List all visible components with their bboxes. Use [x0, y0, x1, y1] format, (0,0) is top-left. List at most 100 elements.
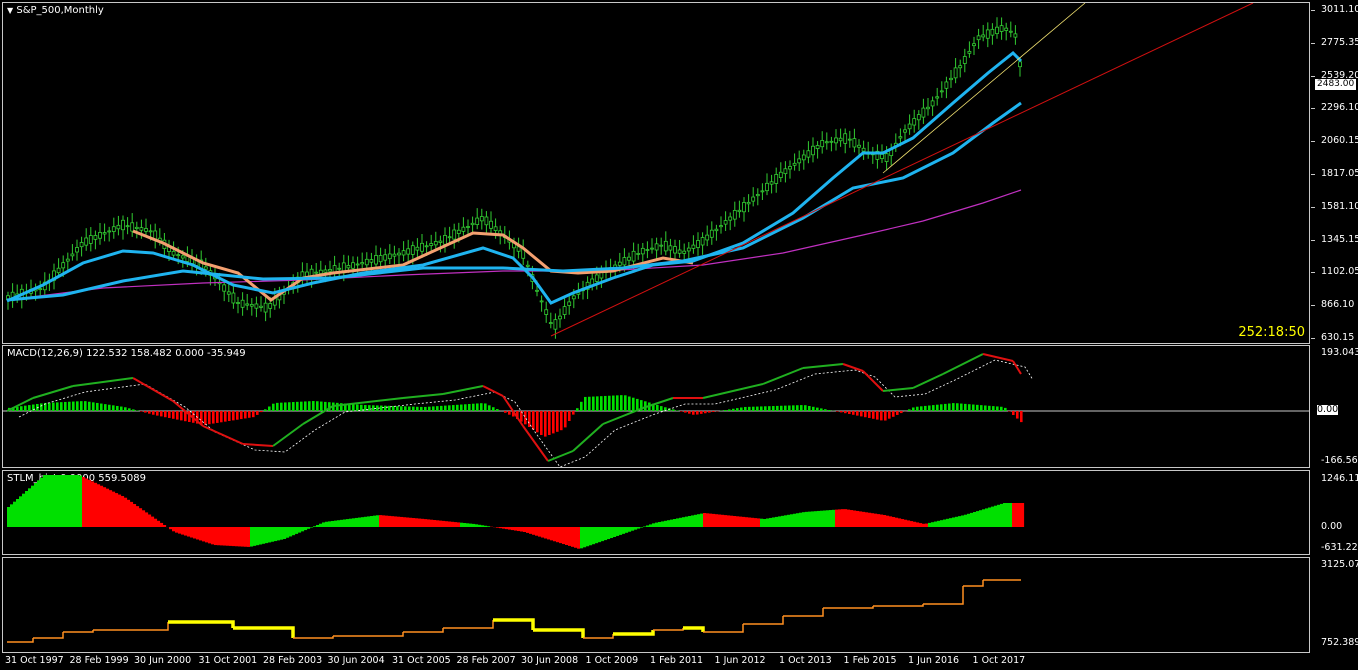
stlm-bar — [784, 515, 788, 527]
price-axis[interactable]: 3011.10 2775.35 2539.20 2296.10 2060.15 1817.… — [1311, 2, 1358, 344]
stlm-bar — [301, 527, 305, 532]
stlm-bar — [736, 516, 740, 527]
stlm-bar — [484, 525, 488, 527]
macd-histogram-bar — [128, 408, 131, 411]
stlm-bar — [586, 527, 590, 547]
macd-histogram-bar — [708, 411, 711, 413]
stlm-bar — [670, 519, 674, 527]
stlm-bar — [457, 522, 461, 527]
macd-histogram-bar — [564, 411, 567, 428]
main-chart-pane[interactable]: ▼ S&P_500,Monthly 252:18:50 — [2, 2, 1310, 344]
stlm-bar — [925, 523, 929, 527]
macd-histogram-bar — [616, 395, 619, 411]
stlm-bar — [307, 527, 311, 529]
macd-histogram-bar — [284, 402, 287, 411]
stlm-bar — [232, 527, 236, 547]
price-axis-label: 1817.05 — [1321, 168, 1358, 179]
candle-body — [130, 222, 135, 232]
candle-body — [392, 253, 397, 257]
lower-line-segment — [403, 628, 444, 633]
macd-histogram-bar — [864, 411, 867, 418]
candle-body — [962, 56, 967, 64]
macd-histogram-bar — [580, 401, 583, 411]
candle-body — [203, 266, 208, 270]
macd-histogram-bar — [64, 401, 67, 411]
macd-histogram-bar — [452, 405, 455, 411]
macd-histogram-bar — [100, 403, 103, 411]
candle-body — [314, 271, 319, 274]
stlm-bar — [652, 523, 656, 527]
stlm-bar — [730, 515, 734, 527]
stlm-bar — [283, 527, 287, 539]
stlm-bar — [718, 514, 722, 527]
stlm-axis[interactable]: 1246.112 0.00 -631.2219 — [1311, 470, 1358, 555]
candle-body — [489, 220, 493, 229]
macd-histogram-bar — [176, 411, 179, 420]
stlm-bar — [901, 519, 905, 527]
candle-body — [70, 253, 75, 257]
macd-histogram-bar — [268, 406, 271, 411]
stlm-bar — [364, 516, 368, 527]
candle-body — [424, 245, 429, 248]
stlm-bar — [487, 526, 491, 527]
stlm-pane[interactable]: STLM_hist 0.0000 559.5089 — [2, 470, 1310, 555]
stlm-bar — [850, 510, 854, 527]
macd-line-segment — [272, 423, 304, 447]
stlm-bar — [280, 527, 284, 540]
candle-body — [824, 141, 829, 144]
macd-histogram-bar — [436, 406, 439, 411]
macd-histogram-bar — [840, 411, 843, 413]
candle-body — [999, 25, 1004, 32]
stlm-bar — [16, 499, 20, 527]
macd-pane[interactable]: MACD(12,26,9) 122.532 158.482 0.000 -35.… — [2, 345, 1310, 468]
macd-histogram-bar — [1000, 406, 1003, 411]
lower-line-segment — [33, 632, 64, 639]
macd-histogram-bar — [28, 405, 31, 411]
candle-body — [56, 267, 61, 274]
stlm-bar — [463, 523, 467, 527]
macd-histogram-bar — [364, 405, 367, 411]
stlm-bar — [844, 509, 848, 527]
candle-body — [663, 240, 668, 252]
stlm-bar — [928, 522, 932, 527]
stlm-bar — [229, 527, 233, 546]
macd-histogram-bar — [472, 403, 475, 411]
macd-histogram-bar — [1012, 411, 1015, 415]
time-axis[interactable]: 31 Oct 1997 28 Feb 1999 30 Jun 2000 31 Oct … — [0, 653, 1310, 670]
candle-body — [760, 190, 765, 193]
macd-histogram-bar — [384, 405, 387, 411]
macd-histogram-bar — [396, 406, 399, 411]
stlm-bar — [199, 527, 203, 541]
lower-indicator-line-group — [7, 579, 1021, 643]
stlm-bar — [721, 514, 725, 527]
macd-histogram-bar — [956, 403, 959, 411]
macd-histogram-bar — [212, 411, 215, 424]
stlm-bar — [103, 487, 107, 527]
macd-histogram-bar — [428, 406, 431, 411]
candle-body — [249, 304, 254, 307]
macd-axis[interactable]: 193.043 0.00 -166.566 — [1311, 345, 1358, 468]
stlm-bar — [757, 518, 761, 527]
candle-body — [926, 106, 930, 110]
macd-histogram-bar — [944, 403, 947, 411]
macd-histogram-bar — [552, 411, 555, 434]
stlm-bar — [397, 516, 401, 527]
macd-histogram-bar — [244, 411, 247, 419]
macd-histogram-bar — [164, 411, 167, 418]
time-axis-label: 1 Feb 2015 — [843, 655, 897, 666]
macd-histogram-bar — [1004, 407, 1007, 411]
stlm-bar — [835, 509, 839, 527]
candle-body — [535, 289, 539, 292]
macd-histogram-bar — [908, 409, 911, 411]
lower-axis[interactable]: 3125.076 752.3892 — [1311, 557, 1358, 653]
candle-body — [921, 107, 926, 118]
macd-line-segment — [202, 425, 244, 445]
candle-body — [594, 274, 599, 282]
lower-line-segment — [63, 630, 94, 633]
macd-histogram-bar — [356, 404, 359, 411]
candle-body — [121, 219, 125, 231]
lower-indicator-pane[interactable] — [2, 557, 1310, 653]
macd-histogram-bar — [412, 406, 415, 411]
stlm-bar — [325, 521, 329, 527]
stlm-bar — [211, 527, 215, 545]
